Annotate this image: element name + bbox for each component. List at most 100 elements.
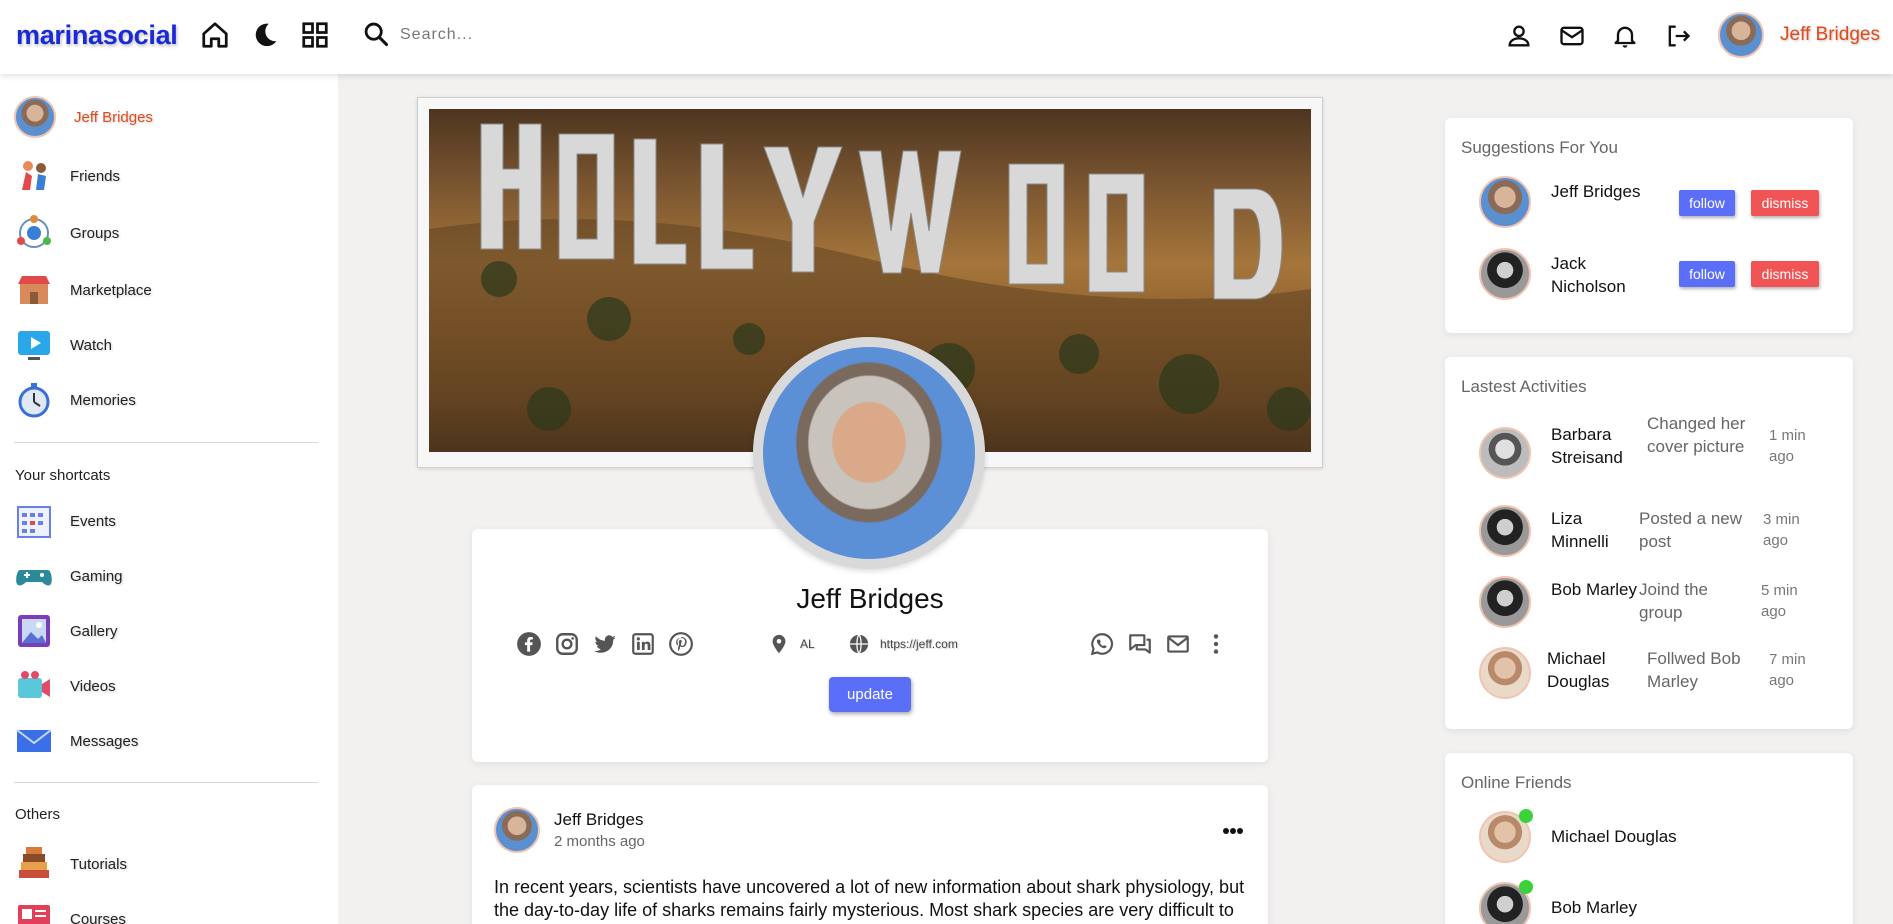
contact-actions — [1089, 631, 1229, 657]
friend-name: Michael Douglas — [1551, 827, 1677, 846]
activity-time: 3 min ago — [1763, 511, 1800, 549]
sidebar-item-profile[interactable]: Jeff Bridges — [14, 96, 153, 138]
post-header: Jeff Bridges 2 months ago — [494, 807, 645, 853]
sidebar-item-messages[interactable]: Messages — [14, 721, 138, 761]
courses-icon — [14, 899, 54, 924]
suggestion-row — [1479, 176, 1531, 228]
online-friend-item[interactable]: Michael Douglas — [1479, 809, 1779, 865]
online-friends-card: Online Friends Michael Douglas Bob Marle… — [1445, 753, 1853, 924]
sidebar-item-tutorials[interactable]: Tutorials — [14, 844, 127, 884]
activity-text: Joind the group — [1639, 580, 1708, 622]
sidebar-item-label: Events — [70, 512, 116, 530]
avatar[interactable] — [1479, 427, 1531, 479]
activity-time: 7 min ago — [1769, 651, 1806, 689]
dismiss-button[interactable]: dismiss — [1751, 190, 1819, 216]
home-icon[interactable] — [200, 20, 230, 50]
follow-button[interactable]: follow — [1679, 261, 1735, 287]
moon-icon[interactable] — [250, 20, 280, 50]
sidebar-item-label: Gaming — [70, 567, 123, 585]
online-status-dot — [1519, 809, 1533, 823]
sidebar-item-memories[interactable]: Memories — [14, 380, 136, 420]
grid-icon[interactable] — [300, 20, 330, 50]
activity-text: Changed her cover picture — [1647, 414, 1746, 456]
bell-icon[interactable] — [1611, 22, 1639, 50]
sidebar-item-videos[interactable]: Videos — [14, 666, 116, 706]
sidebar-item-friends[interactable]: Friends — [14, 156, 120, 196]
sidebar-item-label: Memories — [70, 391, 136, 409]
memories-icon — [14, 380, 54, 420]
linkedin-icon[interactable] — [630, 631, 656, 657]
sidebar-item-groups[interactable]: Groups — [14, 213, 119, 253]
sidebar-item-gallery[interactable]: Gallery — [14, 611, 118, 651]
post-time: 2 months ago — [554, 833, 645, 850]
twitter-icon[interactable] — [592, 631, 618, 657]
navbar-user-name: Jeff Bridges — [1780, 24, 1880, 45]
update-button[interactable]: update — [829, 677, 911, 712]
activity-time: 5 min ago — [1761, 582, 1798, 620]
activity-name[interactable]: Barbara Streisand — [1551, 423, 1641, 469]
gallery-icon — [14, 611, 54, 651]
follow-button[interactable]: follow — [1679, 190, 1735, 216]
avatar[interactable] — [1479, 176, 1531, 228]
logout-icon[interactable] — [1664, 22, 1692, 50]
more-vertical-icon[interactable] — [1203, 631, 1229, 657]
activity-name[interactable]: Liza Minnelli — [1551, 507, 1641, 553]
search-input[interactable] — [400, 18, 700, 52]
activity-name[interactable]: Bob Marley — [1551, 578, 1641, 601]
navbar-user[interactable]: Jeff Bridges — [1718, 12, 1880, 58]
sidebar-item-events[interactable]: Events — [14, 501, 116, 541]
suggestion-name[interactable]: Jeff Bridges — [1551, 180, 1641, 203]
avatar[interactable] — [494, 807, 540, 853]
left-sidebar: Jeff Bridges Friends Groups Marketplace … — [0, 74, 338, 924]
post-author[interactable]: Jeff Bridges — [554, 810, 645, 830]
website-link[interactable]: https://jeff.com — [880, 637, 958, 651]
whatsapp-icon[interactable] — [1089, 631, 1115, 657]
section-title-others: Others — [15, 806, 61, 823]
search-icon[interactable] — [362, 20, 390, 48]
sidebar-item-gaming[interactable]: Gaming — [14, 556, 123, 596]
online-friend-item[interactable]: Bob Marley — [1479, 880, 1779, 924]
top-navbar: marinasocial Jeff Bridges — [0, 0, 1893, 74]
sidebar-item-label: Groups — [70, 224, 120, 242]
suggestion-row — [1479, 248, 1531, 300]
pinterest-icon[interactable] — [668, 631, 694, 657]
sidebar-item-label: Gallery — [70, 622, 118, 640]
gaming-icon — [14, 556, 54, 596]
activities-title: Lastest Activities — [1461, 377, 1587, 396]
online-friends-title: Online Friends — [1461, 773, 1572, 792]
social-links — [516, 631, 694, 657]
avatar[interactable] — [1479, 576, 1531, 628]
dismiss-button[interactable]: dismiss — [1751, 261, 1819, 287]
avatar[interactable] — [1479, 647, 1531, 699]
activity-time: 1 min ago — [1769, 427, 1806, 465]
mail-icon[interactable] — [1558, 22, 1586, 50]
suggestion-name[interactable]: Jack Nicholson — [1551, 252, 1641, 298]
divider — [14, 782, 318, 783]
online-status-dot — [1519, 880, 1533, 894]
sidebar-item-label: Videos — [70, 677, 116, 695]
profile-avatar[interactable] — [753, 337, 985, 569]
sidebar-item-label: Courses — [70, 910, 126, 924]
avatar[interactable] — [1479, 248, 1531, 300]
instagram-icon[interactable] — [554, 631, 580, 657]
avatar[interactable] — [1479, 505, 1531, 557]
sidebar-item-watch[interactable]: Watch — [14, 325, 112, 365]
friends-icon — [14, 156, 54, 196]
more-horizontal-icon[interactable] — [1222, 823, 1244, 834]
chat-icon[interactable] — [1127, 631, 1153, 657]
facebook-icon[interactable] — [516, 631, 542, 657]
globe-icon — [849, 634, 869, 654]
mail-icon[interactable] — [1165, 631, 1191, 657]
profile-website[interactable]: https://jeff.com — [848, 633, 958, 655]
avatar — [14, 96, 56, 138]
app-logo[interactable]: marinasocial — [16, 20, 178, 51]
person-icon[interactable] — [1505, 22, 1533, 50]
sidebar-item-label: Watch — [70, 336, 112, 354]
friend-name: Bob Marley — [1551, 898, 1637, 917]
marketplace-icon — [14, 270, 54, 310]
sidebar-item-label: Marketplace — [70, 281, 152, 299]
sidebar-item-marketplace[interactable]: Marketplace — [14, 270, 152, 310]
sidebar-item-courses[interactable]: Courses — [14, 899, 126, 924]
suggestions-card: Suggestions For You Jeff Bridges follow … — [1445, 118, 1853, 333]
activity-name[interactable]: Michael Douglas — [1547, 647, 1637, 693]
